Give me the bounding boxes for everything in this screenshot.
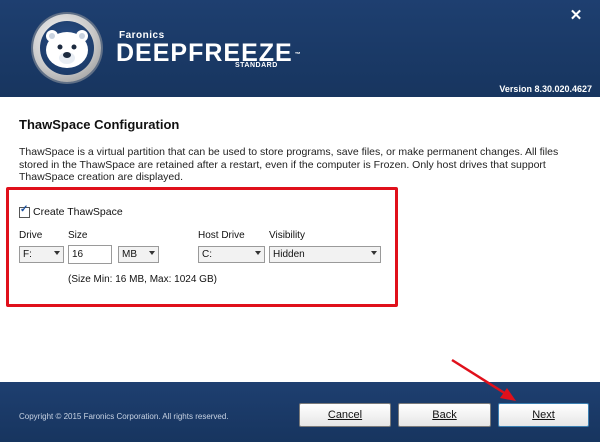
drive-select-value: F: bbox=[23, 249, 32, 260]
host-drive-select[interactable]: C: bbox=[198, 246, 265, 263]
next-button-label: Next bbox=[532, 409, 555, 421]
page-description: ThawSpace is a virtual partition that ca… bbox=[19, 146, 559, 183]
product-edition: STANDARD bbox=[235, 62, 278, 69]
copyright-text: Copyright © 2015 Faronics Corporation. A… bbox=[19, 412, 229, 421]
size-label: Size bbox=[68, 230, 88, 241]
chevron-down-icon bbox=[371, 251, 377, 255]
chevron-down-icon bbox=[54, 251, 60, 255]
create-thawspace-checkbox[interactable]: ✓ bbox=[19, 203, 30, 218]
host-drive-value: C: bbox=[202, 249, 212, 260]
create-thawspace-label[interactable]: Create ThawSpace bbox=[33, 206, 123, 218]
visibility-value: Hidden bbox=[273, 249, 305, 260]
cancel-button-label: Cancel bbox=[327, 409, 363, 421]
chevron-down-icon bbox=[255, 251, 261, 255]
visibility-label: Visibility bbox=[269, 230, 305, 241]
page-title: ThawSpace Configuration bbox=[19, 117, 180, 132]
size-limits-note: (Size Min: 16 MB, Max: 1024 GB) bbox=[68, 274, 217, 285]
drive-select[interactable]: F: bbox=[19, 246, 64, 263]
close-button[interactable]: ✕ bbox=[566, 6, 586, 26]
checkmark-icon: ✓ bbox=[20, 203, 29, 215]
visibility-select[interactable]: Hidden bbox=[269, 246, 381, 263]
create-thawspace-row[interactable]: ✓ Create ThawSpace bbox=[19, 203, 123, 218]
chevron-down-icon bbox=[149, 251, 155, 255]
size-unit-select[interactable]: MB bbox=[118, 246, 159, 263]
drive-label: Drive bbox=[19, 230, 43, 241]
trademark-icon: ™ bbox=[294, 52, 302, 58]
version-label: Version 8.30.020.4627 bbox=[499, 84, 592, 94]
size-input[interactable]: 16 bbox=[68, 245, 112, 264]
back-button-label: Back bbox=[432, 409, 457, 421]
host-drive-label: Host Drive bbox=[198, 230, 245, 241]
back-button[interactable]: Back bbox=[398, 403, 491, 427]
size-input-value: 16 bbox=[72, 249, 84, 260]
next-button[interactable]: Next bbox=[498, 403, 589, 427]
size-unit-value: MB bbox=[122, 249, 137, 260]
cancel-button[interactable]: Cancel bbox=[299, 403, 391, 427]
